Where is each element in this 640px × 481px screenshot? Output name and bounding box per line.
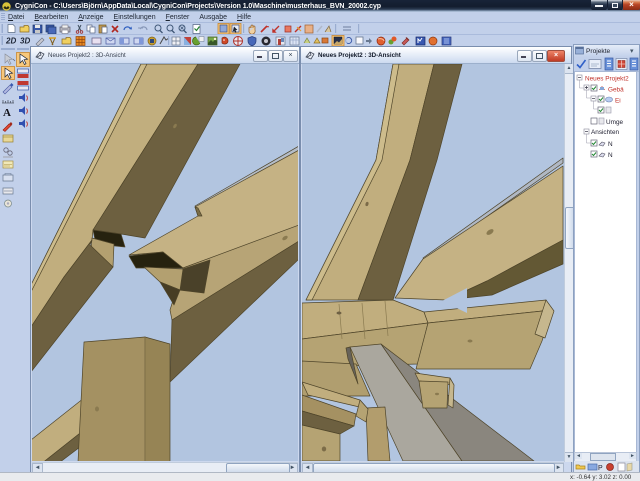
svg-text:Ansichten: Ansichten bbox=[591, 129, 620, 136]
svg-text:Gebä: Gebä bbox=[608, 87, 624, 94]
svg-text:A: A bbox=[3, 107, 11, 119]
svg-text:Ei: Ei bbox=[615, 98, 621, 105]
svg-text:3D: 3D bbox=[20, 37, 30, 46]
svg-text:Umge: Umge bbox=[606, 119, 623, 126]
svg-text:P: P bbox=[598, 465, 603, 472]
svg-text:Neues Projekt2: Neues Projekt2 bbox=[585, 76, 629, 83]
svg-text:2D: 2D bbox=[5, 37, 16, 46]
svg-text:N: N bbox=[608, 141, 613, 148]
svg-text:N: N bbox=[608, 152, 613, 159]
